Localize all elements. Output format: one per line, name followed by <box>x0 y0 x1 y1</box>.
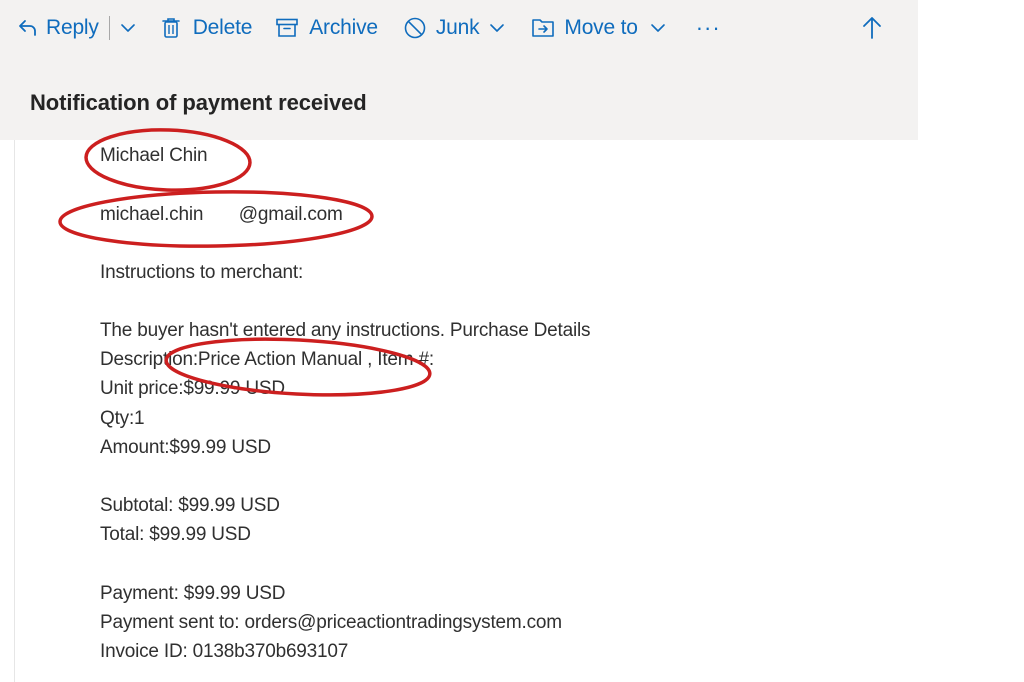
reply-options-dropdown[interactable] <box>120 8 136 48</box>
unit-price: Unit price:$99.99 USD <box>100 378 285 399</box>
toolbar-divider <box>108 16 110 40</box>
sender-name: Michael Chin <box>100 145 208 166</box>
junk-label: Junk <box>435 16 480 39</box>
more-icon: ··· <box>695 15 721 40</box>
move-to-icon <box>532 18 555 38</box>
instructions-text: The buyer hasn't entered any instruction… <box>100 320 591 341</box>
archive-icon <box>276 18 299 38</box>
chevron-down-icon <box>489 23 505 33</box>
move-to-button[interactable]: Move to <box>532 8 665 48</box>
archive-button[interactable]: Archive <box>276 8 378 48</box>
scroll-to-top-button[interactable] <box>862 8 882 48</box>
sender-email: michael.chin @gmail.com <box>100 204 343 225</box>
block-icon <box>404 17 426 39</box>
arrow-up-icon <box>862 16 882 40</box>
payment: Payment: $99.99 USD <box>100 583 286 604</box>
message-body-border <box>14 140 15 682</box>
reply-label: Reply <box>46 16 99 39</box>
reply-icon <box>18 19 38 37</box>
archive-label: Archive <box>309 16 378 39</box>
reply-button[interactable]: Reply <box>18 8 99 48</box>
payment-sent-to: Payment sent to: orders@priceactiontradi… <box>100 612 562 633</box>
subtotal: Subtotal: $99.99 USD <box>100 495 280 516</box>
move-to-label: Move to <box>564 16 638 39</box>
delete-label: Delete <box>192 16 253 39</box>
chevron-down-icon <box>120 23 136 33</box>
message-subject: Notification of payment received <box>30 90 367 115</box>
command-toolbar: Reply Delete Archive Junk Move to ··· <box>0 0 918 56</box>
trash-icon <box>161 17 180 39</box>
chevron-down-icon <box>650 23 666 33</box>
junk-button[interactable]: Junk <box>404 8 506 48</box>
instructions-heading: Instructions to merchant: <box>100 262 304 283</box>
message-header-panel: Reply Delete Archive Junk Move to ··· No… <box>0 0 918 140</box>
more-actions-button[interactable]: ··· <box>696 8 721 48</box>
amount: Amount:$99.99 USD <box>100 437 271 458</box>
invoice-id: Invoice ID: 0138b370b693107 <box>100 641 349 662</box>
delete-button[interactable]: Delete <box>161 8 253 48</box>
item-description: Description:Price Action Manual , Item #… <box>100 349 434 370</box>
total: Total: $99.99 USD <box>100 524 251 545</box>
quantity: Qty:1 <box>100 408 145 429</box>
email-reading-pane: Reply Delete Archive Junk Move to ··· No… <box>0 0 1024 682</box>
